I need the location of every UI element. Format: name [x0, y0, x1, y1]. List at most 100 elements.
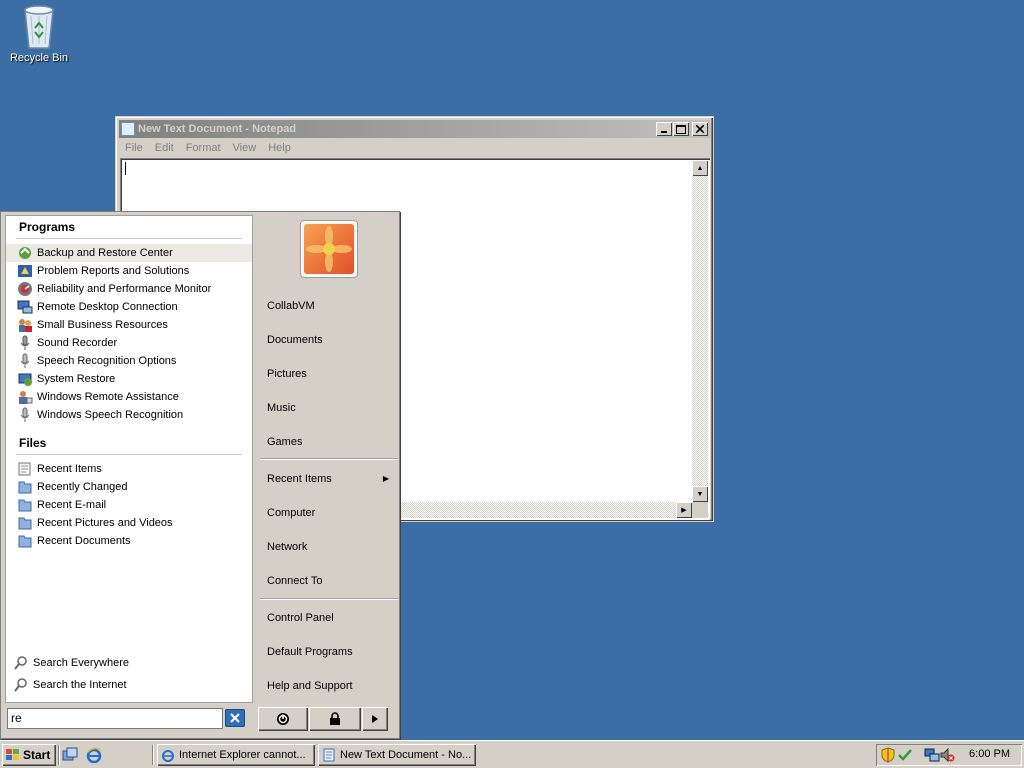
notepad-icon — [121, 122, 135, 136]
close-button[interactable] — [692, 122, 708, 136]
program-reliability-monitor[interactable]: Reliability and Performance Monitor — [6, 280, 252, 298]
task-label: Internet Explorer cannot... — [179, 749, 306, 761]
search-folder-icon — [17, 533, 33, 549]
music-link[interactable]: Music — [267, 400, 397, 416]
power-button[interactable] — [258, 707, 308, 731]
start-label: Start — [23, 748, 51, 762]
menu-format[interactable]: Format — [181, 140, 228, 158]
program-label: Backup and Restore Center — [37, 247, 173, 259]
documents-link[interactable]: Documents — [267, 332, 397, 348]
clear-search-button[interactable] — [225, 709, 245, 727]
default-programs-link[interactable]: Default Programs — [267, 644, 397, 660]
network-link[interactable]: Network — [267, 539, 397, 555]
microphone-icon — [17, 335, 33, 351]
program-label: Small Business Resources — [37, 319, 168, 331]
quicklaunch-show-desktop[interactable] — [61, 746, 79, 764]
task-internet-explorer[interactable]: Internet Explorer cannot... — [157, 744, 315, 766]
scroll-down-button[interactable]: ▼ — [692, 486, 708, 502]
menu-help[interactable]: Help — [263, 140, 298, 158]
start-search-input[interactable] — [11, 711, 219, 725]
search-everywhere-label: Search Everywhere — [33, 657, 129, 669]
program-backup-restore[interactable]: Backup and Restore Center — [6, 244, 252, 262]
program-label: Reliability and Performance Monitor — [37, 283, 212, 295]
program-speech-options[interactable]: Speech Recognition Options — [6, 352, 252, 370]
start-menu-bottom — [5, 706, 397, 734]
search-internet-link[interactable]: Search the Internet — [6, 674, 252, 696]
lock-button[interactable] — [309, 707, 361, 731]
program-remote-assistance[interactable]: Windows Remote Assistance — [6, 388, 252, 406]
user-folder-link[interactable]: CollabVM — [267, 298, 397, 314]
help-support-link[interactable]: Help and Support — [267, 678, 397, 694]
search-icon — [13, 655, 29, 671]
microphone-icon — [17, 353, 33, 369]
recent-items-icon — [17, 461, 33, 477]
program-problem-reports[interactable]: Problem Reports and Solutions — [6, 262, 252, 280]
clock[interactable]: 6:00 PM — [969, 748, 1010, 760]
maximize-icon — [676, 124, 686, 134]
vertical-scrollbar[interactable]: ▲ ▼ — [692, 160, 708, 502]
business-resources-icon — [17, 317, 33, 333]
network-icon[interactable] — [924, 747, 940, 763]
taskbar: Start Internet Explorer cannot... New Te… — [0, 740, 1024, 768]
divider — [260, 458, 398, 460]
file-label: Recent E-mail — [37, 499, 107, 511]
games-link[interactable]: Games — [267, 434, 397, 450]
search-everywhere-link[interactable]: Search Everywhere — [6, 652, 252, 674]
program-label: Windows Remote Assistance — [37, 391, 179, 403]
security-shield-icon[interactable] — [880, 747, 896, 763]
search-icon — [13, 677, 29, 693]
program-speech-recognition[interactable]: Windows Speech Recognition — [6, 406, 252, 424]
start-search-box[interactable] — [7, 708, 223, 729]
program-label: System Restore — [37, 373, 116, 385]
file-recent-items[interactable]: Recent Items — [6, 460, 252, 478]
notepad-menubar: File Edit Format View Help — [120, 140, 298, 158]
program-sound-recorder[interactable]: Sound Recorder — [6, 334, 252, 352]
search-folder-icon — [17, 479, 33, 495]
program-label: Remote Desktop Connection — [37, 301, 178, 313]
computer-link[interactable]: Computer — [267, 505, 397, 521]
start-menu-results: Programs Backup and Restore Center Probl… — [5, 215, 253, 703]
scroll-right-button[interactable]: ▶ — [676, 502, 692, 518]
divider — [58, 745, 60, 765]
internet-explorer-icon — [86, 747, 102, 763]
divider — [152, 745, 154, 765]
divider — [260, 598, 398, 600]
files-heading: Files — [19, 436, 47, 450]
notepad-titlebar[interactable]: New Text Document - Notepad — [119, 120, 710, 138]
file-recent-documents[interactable]: Recent Documents — [6, 532, 252, 550]
menu-edit[interactable]: Edit — [150, 140, 181, 158]
menu-file[interactable]: File — [120, 140, 150, 158]
recent-items-label: Recent Items — [267, 473, 332, 485]
recent-items-link[interactable]: Recent Items ▶ — [267, 471, 397, 487]
checkmark-icon[interactable] — [897, 747, 913, 763]
system-restore-icon — [17, 371, 33, 387]
volume-muted-icon[interactable] — [939, 747, 955, 763]
programs-heading: Programs — [19, 220, 76, 234]
quicklaunch-internet-explorer[interactable] — [85, 746, 103, 764]
program-label: Windows Speech Recognition — [37, 409, 184, 421]
program-small-business[interactable]: Small Business Resources — [6, 316, 252, 334]
control-panel-link[interactable]: Control Panel — [267, 610, 397, 626]
user-picture[interactable] — [300, 220, 358, 278]
file-recent-email[interactable]: Recent E-mail — [6, 496, 252, 514]
file-recent-pictures-videos[interactable]: Recent Pictures and Videos — [6, 514, 252, 532]
lock-icon — [330, 712, 340, 725]
scroll-up-button[interactable]: ▲ — [692, 160, 708, 176]
program-remote-desktop[interactable]: Remote Desktop Connection — [6, 298, 252, 316]
file-recently-changed[interactable]: Recently Changed — [6, 478, 252, 496]
program-label: Sound Recorder — [37, 337, 118, 349]
maximize-button[interactable] — [673, 122, 689, 136]
program-system-restore[interactable]: System Restore — [6, 370, 252, 388]
minimize-button[interactable] — [656, 122, 672, 136]
file-label: Recent Documents — [37, 535, 131, 547]
remote-assistance-icon — [17, 389, 33, 405]
recycle-bin[interactable]: Recycle Bin — [8, 2, 70, 64]
connect-to-link[interactable]: Connect To — [267, 573, 397, 589]
resize-grip[interactable] — [692, 502, 708, 518]
menu-view[interactable]: View — [228, 140, 264, 158]
switch-windows-icon — [62, 747, 78, 761]
pictures-link[interactable]: Pictures — [267, 366, 397, 382]
shutdown-options-button[interactable] — [362, 707, 388, 731]
task-notepad[interactable]: New Text Document - No... — [318, 744, 476, 766]
start-button[interactable]: Start — [2, 744, 56, 766]
